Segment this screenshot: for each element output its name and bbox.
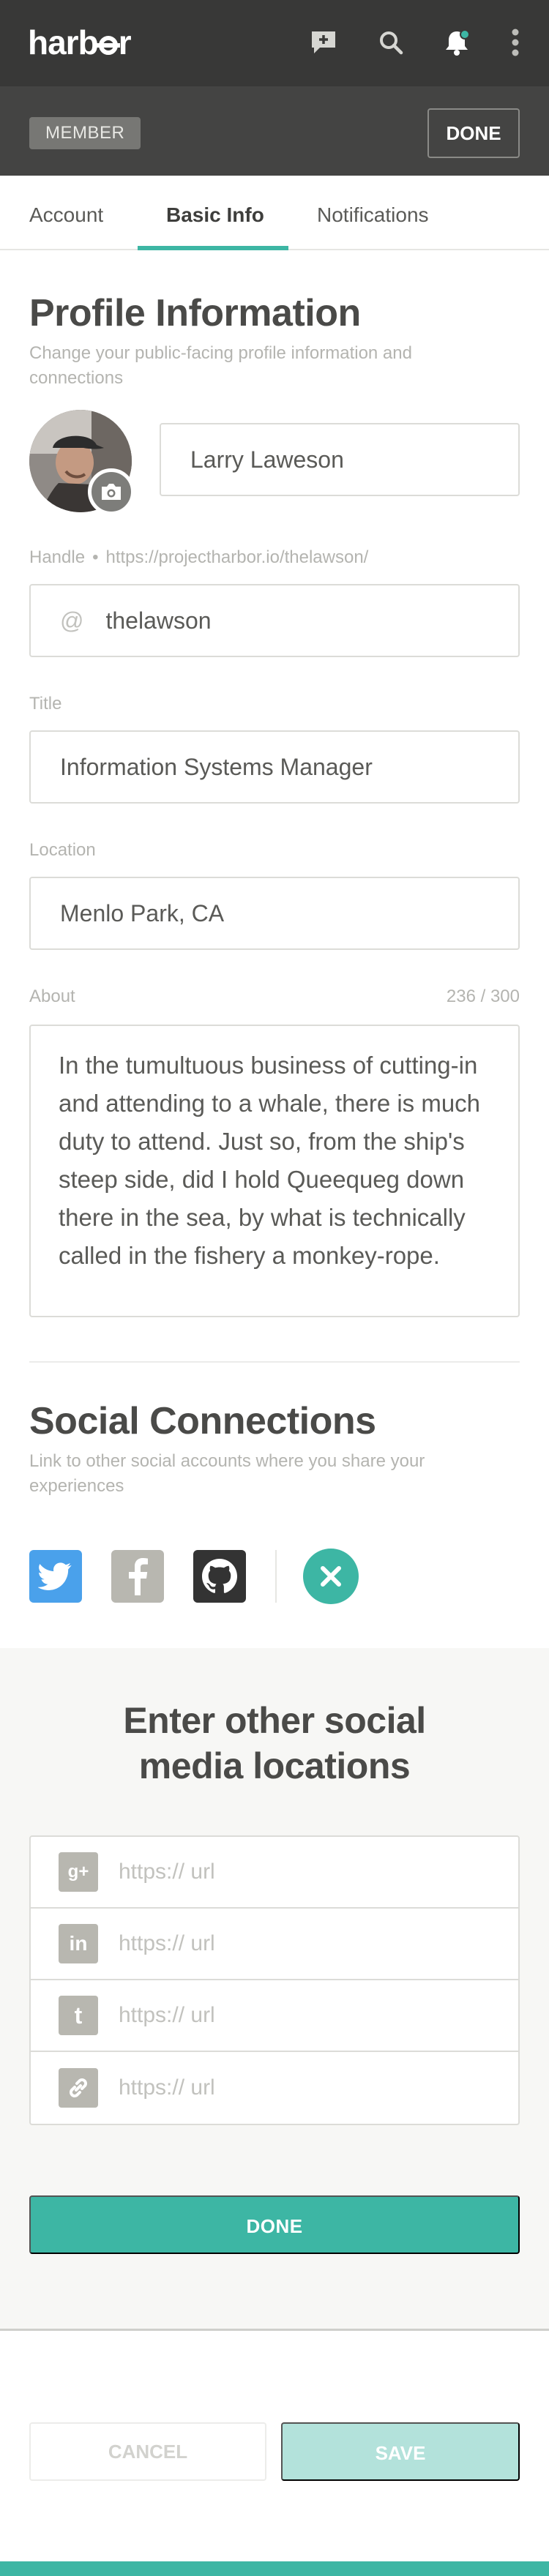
location-label: Location	[29, 840, 96, 860]
url-placeholder: https:// url	[119, 1860, 215, 1884]
close-icon[interactable]	[303, 1549, 359, 1604]
harbor-logo[interactable]: harb r	[28, 23, 132, 61]
link-url-row[interactable]: https:// url	[31, 2052, 518, 2124]
tab-notifications[interactable]: Notifications	[317, 203, 429, 227]
github-icon[interactable]	[193, 1550, 246, 1603]
social-url-list: g+ https:// url in https:// url t https:…	[29, 1835, 520, 2125]
tumblr-url-row[interactable]: t https:// url	[31, 1980, 518, 2052]
title-label: Title	[29, 694, 62, 714]
url-placeholder: https:// url	[119, 2075, 215, 2100]
profile-tabs: Account Basic Info Notifications	[0, 176, 549, 250]
notification-dot	[460, 29, 470, 40]
linkedin-icon: in	[59, 1924, 98, 1963]
link-icon	[59, 2068, 98, 2108]
tab-basic-info[interactable]: Basic Info	[166, 203, 264, 227]
google-plus-icon: g+	[59, 1852, 98, 1892]
facebook-icon[interactable]	[111, 1550, 164, 1603]
bell-icon[interactable]	[441, 26, 473, 59]
member-bar: MEMBER DONE	[0, 86, 549, 176]
add-comment-icon[interactable]	[307, 26, 340, 59]
url-placeholder: https:// url	[119, 2003, 215, 2027]
about-textarea[interactable]: In the tumultuous business of cutting-in…	[29, 1025, 520, 1317]
done-button-top[interactable]: DONE	[427, 108, 520, 158]
profile-title: Profile Information	[29, 292, 361, 334]
google-plus-url-row[interactable]: g+ https:// url	[31, 1837, 518, 1909]
footer-divider	[0, 2329, 549, 2331]
other-social-panel: Enter other social media locations g+ ht…	[0, 1648, 549, 2329]
handle-label: Handle • https://projectharbor.io/thelawso…	[29, 547, 369, 567]
linkedin-url-row[interactable]: in https:// url	[31, 1909, 518, 1980]
name-field[interactable]: Larry Laweson	[160, 423, 520, 496]
cancel-button[interactable]: CANCEL	[29, 2422, 266, 2481]
save-button[interactable]: SAVE	[281, 2422, 520, 2481]
top-bar: harb r	[0, 0, 549, 86]
social-title: Social Connections	[29, 1400, 376, 1442]
handle-field[interactable]: @ thelawson	[29, 584, 520, 657]
camera-icon[interactable]	[88, 468, 135, 515]
done-button[interactable]: DONE	[29, 2195, 520, 2254]
title-field[interactable]: Information Systems Manager	[29, 730, 520, 804]
about-label: About	[29, 986, 75, 1006]
profile-subtitle: Change your public-facing profile inform…	[29, 343, 412, 388]
about-char-counter: 236 / 300	[446, 986, 520, 1006]
tumblr-icon: t	[59, 1996, 98, 2035]
handle-value: thelawson	[105, 607, 212, 634]
bottom-accent-strip	[0, 2561, 549, 2576]
at-prefix: @	[60, 607, 84, 634]
tab-account[interactable]: Account	[29, 203, 103, 227]
social-subtitle: Link to other social accounts where you …	[29, 1451, 425, 1496]
search-icon[interactable]	[375, 26, 407, 59]
twitter-icon[interactable]	[29, 1550, 82, 1603]
more-vertical-icon[interactable]	[499, 26, 531, 59]
member-badge: MEMBER	[29, 117, 141, 149]
other-social-title: Enter other social media locations	[123, 1700, 426, 1786]
location-field[interactable]: Menlo Park, CA	[29, 877, 520, 950]
active-tab-indicator	[138, 246, 288, 250]
section-divider	[29, 1361, 520, 1363]
url-placeholder: https:// url	[119, 1931, 215, 1955]
social-separator	[275, 1550, 277, 1603]
